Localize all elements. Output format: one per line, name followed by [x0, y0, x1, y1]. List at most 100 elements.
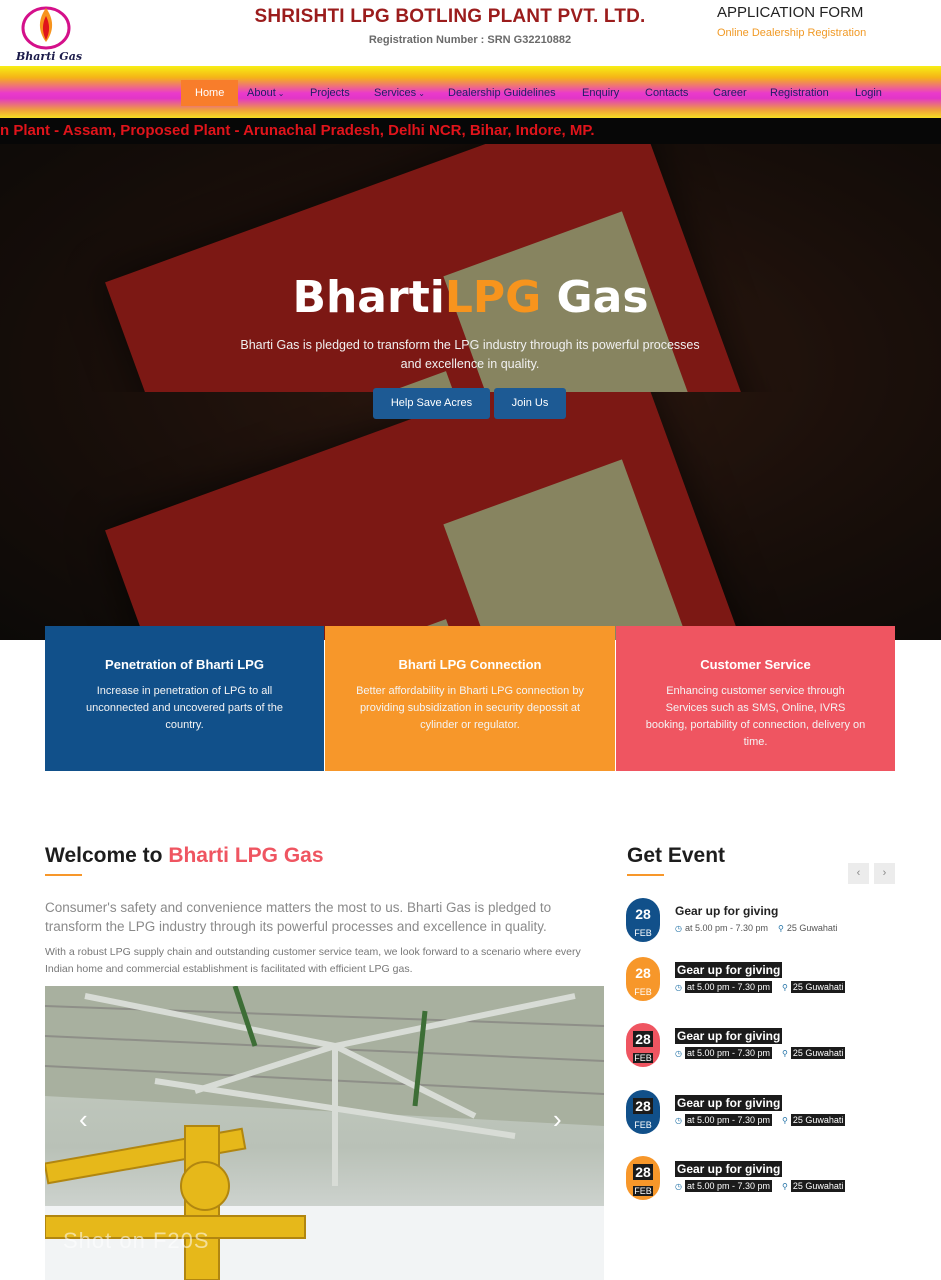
nav-career[interactable]: Career [713, 80, 747, 106]
nav-label: Career [713, 87, 747, 99]
nav-contacts[interactable]: Contacts [645, 80, 688, 106]
nav-dealership-guidelines[interactable]: Dealership Guidelines [448, 80, 556, 106]
event-item[interactable]: 28 FEB Gear up for giving ◷ at 5.00 pm - 7… [626, 957, 896, 1011]
event-title-text: Gear up for giving [675, 962, 783, 978]
event-title[interactable]: Gear up for giving [675, 1095, 783, 1111]
event-day: 28 [635, 965, 651, 981]
application-form-link[interactable]: APPLICATION FORM [717, 4, 863, 21]
event-item[interactable]: 28 FEB Gear up for giving ◷ at 5.00 pm - 7… [626, 1156, 896, 1210]
hero-title: BhartiLPG Gas [0, 272, 941, 323]
logo[interactable]: Bharti Gas [6, 0, 86, 64]
event-time: at 5.00 pm - 7.30 pm [684, 1047, 773, 1059]
registration-number: Registration Number : SRN G32210882 [368, 34, 572, 46]
feature-title: Customer Service [700, 657, 811, 672]
event-time: at 5.00 pm - 7.30 pm [684, 923, 769, 933]
logo-text: Bharti Gas [16, 50, 83, 63]
map-marker-icon: ⚲ [782, 1182, 788, 1191]
feature-penetration: Penetration of Bharti LPG Increase in pe… [45, 626, 324, 771]
clock-icon: ◷ [675, 983, 682, 992]
event-month: FEB [634, 928, 652, 938]
nav-services[interactable]: Services ⌄ [374, 80, 425, 106]
title-underline [45, 874, 82, 876]
flame-logo-icon [21, 6, 71, 50]
events-title: Get Event [627, 844, 726, 867]
hero-title-part: Gas [541, 272, 649, 323]
map-marker-icon: ⚲ [782, 983, 788, 992]
feature-title: Penetration of Bharti LPG [105, 657, 264, 672]
ticker-text: n Plant - Assam, Proposed Plant - Arunac… [0, 122, 595, 139]
event-day: 28 [633, 1164, 653, 1180]
event-title[interactable]: Gear up for giving [675, 1161, 783, 1177]
map-marker-icon: ⚲ [782, 1049, 788, 1058]
nav-label: Enquiry [582, 87, 620, 99]
event-time: at 5.00 pm - 7.30 pm [684, 1114, 773, 1126]
join-us-button[interactable]: Join Us [494, 388, 566, 419]
event-meta: ◷ at 5.00 pm - 7.30 pm ⚲ 25 Guwahati [675, 1047, 846, 1059]
slider-prev-arrow[interactable]: ‹ [79, 1104, 88, 1135]
nav-label: Registration [770, 87, 829, 99]
event-title-text: Gear up for giving [675, 1095, 783, 1111]
help-save-acres-button[interactable]: Help Save Acres [373, 388, 490, 419]
event-meta: ◷ at 5.00 pm - 7.30 pm ⚲ 25 Guwahati [675, 923, 837, 933]
clock-icon: ◷ [675, 1049, 682, 1058]
nav-label: Services [374, 87, 417, 99]
event-title-text: Gear up for giving [675, 1028, 783, 1044]
event-meta: ◷ at 5.00 pm - 7.30 pm ⚲ 25 Guwahati [675, 981, 846, 993]
nav-label: About [247, 87, 276, 99]
nav-label: Login [855, 87, 882, 99]
event-month: FEB [634, 1120, 652, 1130]
welcome-title-prefix: Welcome to [45, 844, 169, 867]
title-underline [627, 874, 664, 876]
online-registration-link[interactable]: Online Dealership Registration [717, 27, 866, 39]
header: Bharti Gas SHRISHTI LPG BOTLING PLANT PV… [0, 0, 941, 66]
nav-registration[interactable]: Registration [770, 80, 829, 106]
event-title[interactable]: Gear up for giving [675, 962, 783, 978]
event-meta: ◷ at 5.00 pm - 7.30 pm ⚲ 25 Guwahati [675, 1114, 846, 1126]
event-title[interactable]: Gear up for giving [675, 1028, 783, 1044]
nav-label: Home [195, 87, 225, 99]
event-place: 25 Guwahati [790, 1114, 846, 1126]
nav-about[interactable]: About ⌄ [247, 80, 284, 106]
nav-label: Projects [310, 87, 350, 99]
image-slider[interactable]: ‹ › Shot on F20S [45, 986, 604, 1280]
event-day: 28 [633, 1031, 653, 1047]
event-title[interactable]: Gear up for giving [675, 904, 778, 918]
nav-projects[interactable]: Projects [310, 80, 350, 106]
event-title-text: Gear up for giving [675, 1161, 783, 1177]
welcome-lead: Consumer's safety and convenience matter… [45, 900, 552, 934]
feature-text: Better affordability in Bharti LPG conne… [356, 685, 584, 731]
feature-connection: Bharti LPG Connection Better affordabili… [325, 626, 615, 771]
event-place: 25 Guwahati [786, 923, 838, 933]
news-ticker: n Plant - Assam, Proposed Plant - Arunac… [0, 118, 941, 144]
event-item[interactable]: 28 FEB Gear up for giving ◷ at 5.00 pm - 7… [626, 1023, 896, 1077]
nav-login[interactable]: Login [855, 80, 882, 106]
event-date-badge: 28 FEB [626, 898, 660, 942]
nav-label: Contacts [645, 87, 689, 99]
map-marker-icon: ⚲ [778, 924, 784, 933]
event-date-badge: 28 FEB [626, 957, 660, 1001]
events-next-button[interactable]: › [874, 863, 895, 884]
slider-next-arrow[interactable]: › [553, 1104, 562, 1135]
event-item[interactable]: 28 FEB Gear up for giving ◷ at 5.00 pm - 7… [626, 1090, 896, 1144]
chevron-down-icon: ⌄ [277, 89, 285, 98]
hero-banner: BhartiLPG Gas Bharti Gas is pledged to t… [0, 144, 941, 640]
map-marker-icon: ⚲ [782, 1116, 788, 1125]
hero-subtitle: Bharti Gas is pledged to transform the L… [240, 338, 700, 371]
chevron-down-icon: ⌄ [418, 89, 425, 98]
event-place: 25 Guwahati [790, 981, 846, 993]
hero-title-accent: LPG [444, 272, 542, 323]
nav-home[interactable]: Home [181, 80, 239, 106]
photo-watermark: Shot on F20S [63, 1228, 210, 1253]
event-item[interactable]: 28 FEB Gear up for giving ◷ at 5.00 pm - 7… [626, 898, 896, 952]
nav-enquiry[interactable]: Enquiry [582, 80, 619, 106]
event-day: 28 [633, 1098, 653, 1114]
company-name: SHRISHTI LPG BOTLING PLANT PVT. LTD. [254, 6, 646, 27]
event-month: FEB [634, 987, 652, 997]
main-nav: Home About ⌄ Projects Services ⌄ Dealershi… [0, 66, 941, 118]
event-month: FEB [633, 1053, 653, 1063]
event-place: 25 Guwahati [790, 1047, 846, 1059]
event-place: 25 Guwahati [790, 1180, 846, 1192]
welcome-title: Welcome to Bharti LPG Gas [45, 844, 324, 868]
feature-customer-service: Customer Service Enhancing customer serv… [616, 626, 895, 771]
events-prev-button[interactable]: ‹ [848, 863, 869, 884]
